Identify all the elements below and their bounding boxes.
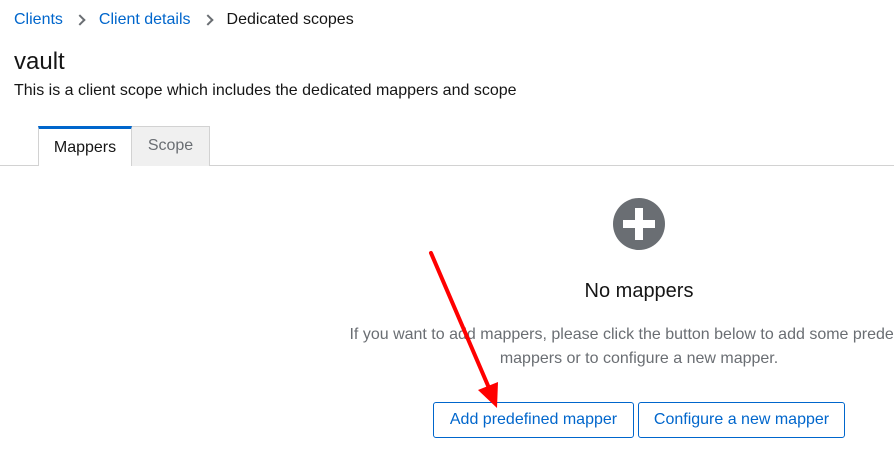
tab-scope[interactable]: Scope (132, 126, 210, 166)
empty-state-body-line1: If you want to add mappers, please click… (349, 326, 894, 343)
empty-state-body-line2: mappers or to configure a new mapper. (499, 350, 779, 367)
breadcrumb-client-details-link[interactable]: Client details (99, 10, 191, 30)
add-predefined-mapper-button[interactable]: Add predefined mapper (433, 402, 634, 438)
page-title: vault (14, 48, 65, 75)
plus-circle-icon (613, 198, 665, 250)
page: Clients Client details Dedicated scopes … (0, 0, 894, 474)
empty-state-title: No mappers (584, 280, 694, 302)
page-description: This is a client scope which includes th… (14, 82, 517, 99)
configure-new-mapper-button[interactable]: Configure a new mapper (638, 402, 845, 438)
chevron-right-icon (74, 14, 86, 26)
breadcrumb-clients-link[interactable]: Clients (14, 10, 63, 30)
chevron-right-icon (201, 14, 214, 26)
empty-state-body: If you want to add mappers, please click… (348, 323, 894, 371)
breadcrumb-current: Dedicated scopes (226, 11, 354, 28)
breadcrumb: Clients Client details Dedicated scopes (14, 10, 354, 30)
tab-mappers[interactable]: Mappers (38, 126, 132, 166)
